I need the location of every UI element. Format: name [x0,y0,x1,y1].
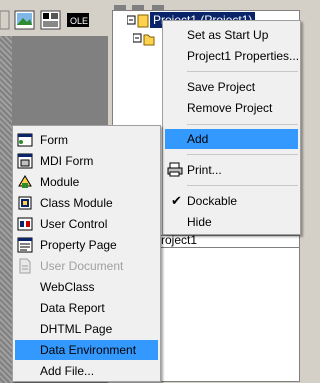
menu-item-dockable[interactable]: ✔ Dockable [165,191,298,211]
user-document-icon [19,258,31,274]
menu-item-project-properties[interactable]: Project1 Properties... [165,46,300,66]
menu-item-label: Save Project [187,80,256,94]
submenu-item-label: Class Module [40,196,113,210]
submenu-item-label: Data Report [40,301,105,315]
context-menu: Set as Start Up Project1 Properties... S… [162,20,301,235]
submenu-item-class-module[interactable]: Class Module [15,193,158,213]
menu-item-label: Dockable [187,194,238,208]
menu-item-hide[interactable]: Hide [165,212,298,232]
explorer-toolbar [108,0,301,10]
submenu-item-data-report[interactable]: Data Report [15,298,158,318]
submenu-item-label: Data Environment [40,343,137,357]
menu-item-set-start-up[interactable]: Set as Start Up [165,25,298,45]
printer-icon [167,162,183,177]
properties-pane [157,235,300,382]
data-grid-icon[interactable] [40,10,62,32]
menu-item-label: Set as Start Up [187,28,269,42]
class-module-icon [18,196,32,210]
menu-item-label: Remove Project [187,101,273,115]
toolbar: OLE [0,0,110,36]
user-control-icon [17,217,33,231]
submenu-item-form[interactable]: Form [15,130,158,150]
folder-icon [133,33,155,46]
menu-item-save-project[interactable]: Save Project [165,77,298,97]
submenu-item-label: Add File... [40,364,95,378]
submenu-item-user-document: User Document [15,256,158,276]
menu-item-remove-project[interactable]: Remove Project [165,98,298,118]
menu-item-label: Add [187,132,209,146]
submenu-item-property-page[interactable]: Property Page [15,235,158,255]
submenu-item-module[interactable]: Module [15,172,158,192]
submenu-item-label: Property Page [40,238,117,252]
ole-icon[interactable]: OLE [66,10,89,32]
image-icon[interactable] [14,10,36,32]
submenu-item-add-file[interactable]: Add File... [15,361,158,381]
property-page-icon [17,237,33,253]
submenu-item-label: Form [40,133,68,147]
submenu-item-label: DHTML Page [40,322,113,336]
properties-value: roject1 [161,233,198,247]
submenu-item-user-control[interactable]: User Control [15,214,158,234]
module-icon [18,175,32,188]
menu-separator [187,185,298,186]
svg-text:OLE: OLE [70,16,88,26]
divider [157,247,299,248]
menu-item-add[interactable]: Add [165,129,298,149]
checkmark-icon: ✔ [171,193,182,208]
mdi-form-icon [17,153,33,169]
menu-separator [187,154,298,155]
submenu-item-label: MDI Form [40,154,94,168]
submenu-item-webclass[interactable]: WebClass [15,277,158,297]
submenu-item-label: WebClass [40,280,95,294]
submenu-item-label: User Control [40,217,108,231]
submenu-item-mdi-form[interactable]: MDI Form [15,151,158,171]
form-icon [17,133,33,147]
menu-item-label: Print... [187,163,222,177]
submenu-item-label: User Document [40,259,124,273]
project-icon [127,14,149,28]
menu-item-label: Hide [187,215,212,229]
submenu-item-label: Module [40,175,80,189]
submenu-item-data-environment[interactable]: Data Environment [15,340,158,360]
menu-separator [187,71,298,72]
menu-item-print[interactable]: Print... [165,160,298,180]
submenu-item-dhtml-page[interactable]: DHTML Page [15,319,158,339]
menu-separator [187,124,298,125]
add-submenu: Form MDI Form Module Class Module User C… [12,125,161,382]
grid-strip [0,36,12,383]
menu-item-label: Project1 Properties... [187,49,300,63]
